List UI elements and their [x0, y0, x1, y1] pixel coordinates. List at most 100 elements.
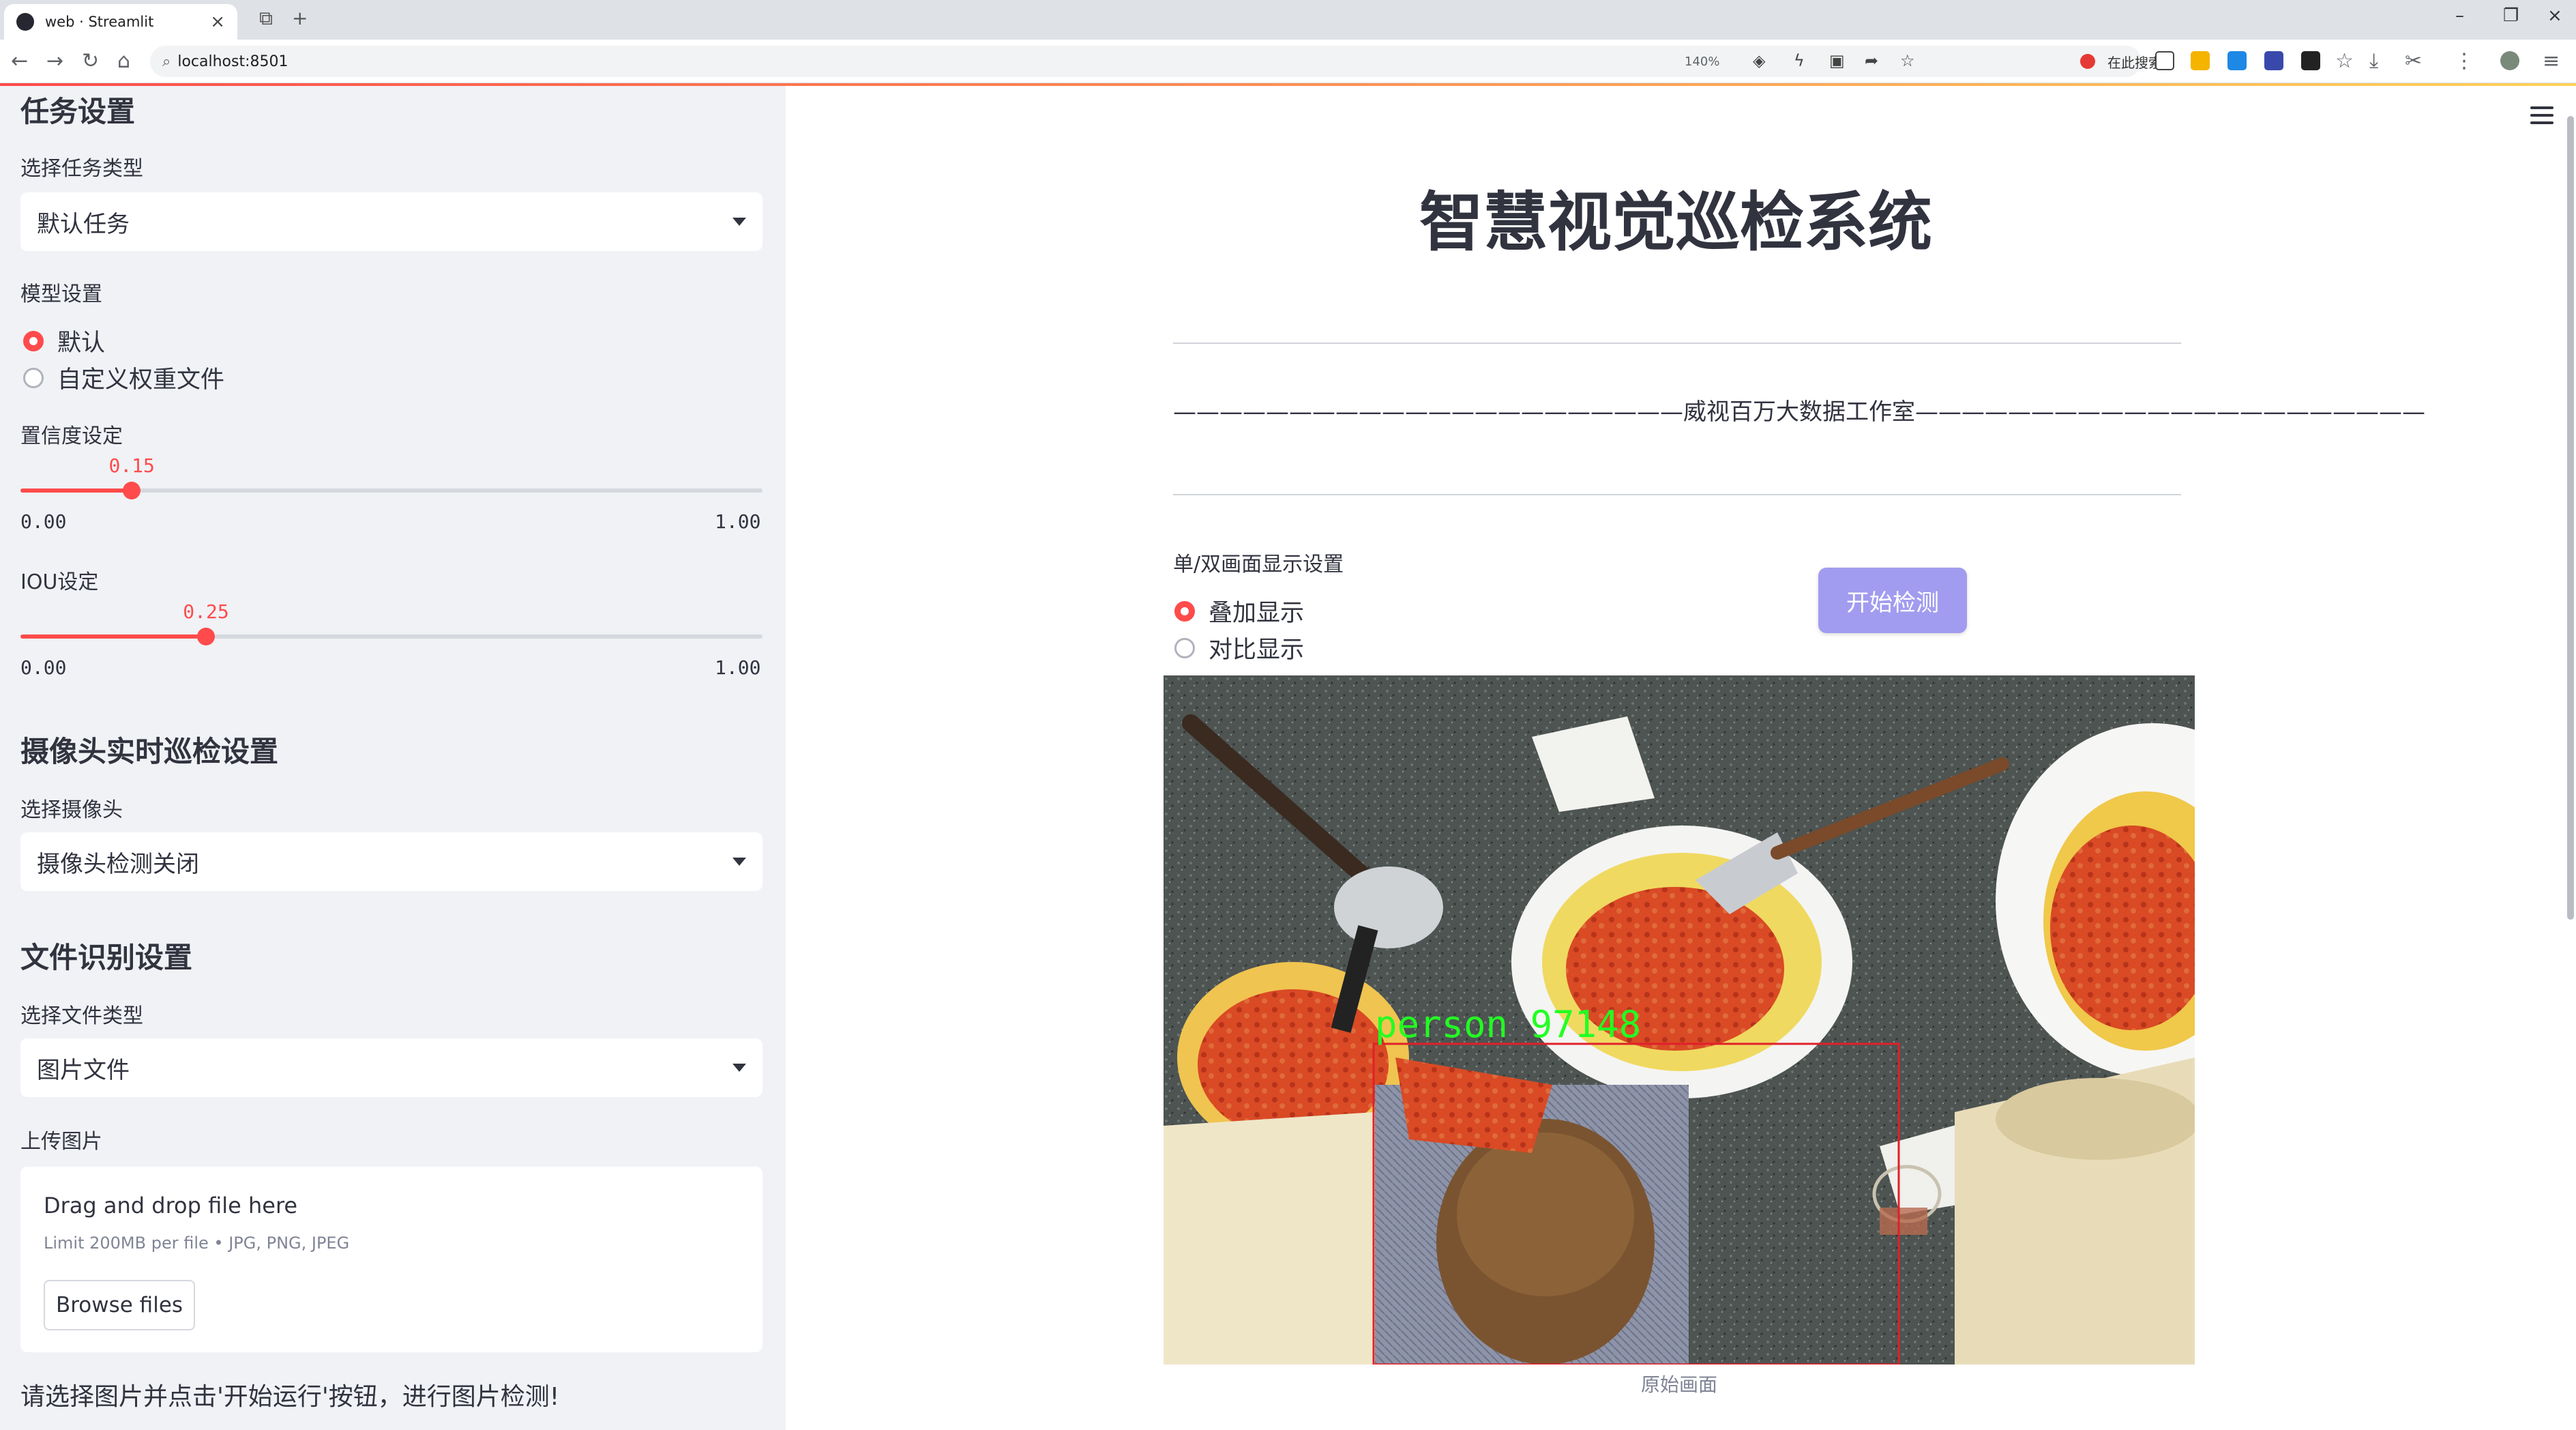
studio-subtitle: ——————————————————————威视百万大数据工作室————————… [1173, 398, 2425, 426]
close-tab-icon[interactable]: × [210, 12, 225, 32]
camera-value: 摄像头检测关闭 [37, 850, 199, 878]
restore-icon[interactable]: ❐ [2503, 5, 2519, 26]
iou-slider-fill [20, 634, 206, 639]
file-type-select[interactable]: 图片文件 [20, 1038, 763, 1097]
hamburger-menu-icon[interactable] [2530, 106, 2553, 124]
display-mode-option-label: 叠加显示 [1209, 600, 1305, 627]
radio-unselected-icon[interactable] [23, 367, 44, 388]
iou-value: 0.25 [183, 600, 229, 623]
confidence-value: 0.15 [108, 454, 155, 477]
extension-icon[interactable] [2301, 51, 2320, 70]
radio-selected-icon[interactable] [1174, 600, 1195, 622]
drag-drop-text: Drag and drop file here [44, 1193, 298, 1219]
browse-files-button[interactable]: Browse files [44, 1280, 195, 1330]
new-tab-icon[interactable]: + [292, 7, 308, 29]
screenshot-icon[interactable]: ▣ [1829, 51, 1845, 70]
upload-limit-text: Limit 200MB per file • JPG, PNG, JPEG [44, 1234, 350, 1253]
camera-settings-heading: 摄像头实时巡检设置 [20, 735, 279, 768]
file-type-label: 选择文件类型 [20, 1004, 143, 1028]
forward-icon[interactable]: → [46, 49, 63, 73]
home-icon[interactable]: ⌂ [117, 49, 130, 73]
confidence-slider-handle[interactable] [123, 482, 141, 499]
camera-select[interactable]: 摄像头检测关闭 [20, 832, 763, 891]
model-settings-label: 模型设置 [20, 282, 102, 306]
more-icon[interactable]: ⋮ [2454, 49, 2474, 73]
task-type-value: 默认任务 [37, 210, 130, 238]
address-bar[interactable]: ⌕ localhost:8501 140% ◈ ϟ ▣ ➦ ☆ 在此搜索 [150, 46, 2162, 77]
task-settings-heading: 任务设置 [20, 95, 136, 128]
zoom-level[interactable]: 140% [1685, 55, 1719, 69]
tab-title: web · Streamlit [45, 14, 154, 30]
detection-label: person 97148 [1375, 1003, 1641, 1046]
file-settings-heading: 文件识别设置 [20, 941, 193, 974]
display-mode-label: 单/双画面显示设置 [1173, 553, 1344, 577]
file-uploader-dropzone[interactable]: Drag and drop file here Limit 200MB per … [20, 1167, 763, 1352]
file-type-value: 图片文件 [37, 1056, 130, 1084]
divider [1173, 494, 2181, 495]
search-engine-box[interactable]: 在此搜索 [2080, 51, 2278, 72]
minimize-icon[interactable]: – [2455, 5, 2464, 26]
divider [1173, 342, 2181, 344]
confidence-min: 0.00 [20, 510, 67, 533]
lightning-icon[interactable]: ϟ [1794, 51, 1805, 70]
chevron-down-icon [732, 218, 746, 226]
close-window-icon[interactable]: × [2547, 5, 2562, 26]
translate-icon[interactable]: ◈ [1753, 51, 1765, 70]
confidence-label: 置信度设定 [20, 424, 123, 448]
extension-icon[interactable] [2264, 51, 2283, 70]
display-mode-overlay[interactable]: 叠加显示 [1174, 594, 1304, 628]
model-option-label: 默认 [57, 330, 106, 357]
search-placeholder: 在此搜索 [2107, 54, 2162, 71]
iou-slider-track[interactable] [20, 628, 763, 645]
model-option-default[interactable]: 默认 [23, 323, 105, 358]
sidebar: 任务设置 选择任务类型 默认任务 模型设置 默认 自定义权重文件 置信度设定 0… [0, 86, 786, 1430]
favorites-icon[interactable]: ☆ [2335, 49, 2354, 73]
chevron-down-icon [732, 858, 746, 866]
chevron-down-icon [732, 1064, 746, 1072]
confidence-max: 1.00 [715, 510, 761, 533]
cut-icon[interactable]: ✂ [2405, 49, 2422, 73]
display-mode-compare[interactable]: 对比显示 [1174, 630, 1304, 665]
confidence-slider-track[interactable] [20, 482, 763, 499]
detection-result-image: person 97148 [1164, 675, 2195, 1365]
search-engine-icon [2080, 54, 2095, 69]
streamlit-favicon-icon [16, 13, 34, 31]
back-icon[interactable]: ← [11, 49, 28, 73]
pizza-table-photo: person 97148 [1164, 675, 2195, 1365]
display-mode-option-label: 对比显示 [1209, 637, 1305, 664]
task-type-label: 选择任务类型 [20, 157, 143, 181]
page-title: 智慧视觉巡检系统 [1419, 186, 1932, 260]
reload-icon[interactable]: ↻ [82, 49, 99, 73]
main-content: 智慧视觉巡检系统 ——————————————————————威视百万大数据工作… [786, 86, 2576, 1430]
browser-tab[interactable]: web · Streamlit × [4, 4, 237, 40]
reading-mode-icon[interactable] [2155, 51, 2174, 70]
start-detection-button[interactable]: 开始检测 [1818, 568, 1967, 633]
browser-tabbar: web · Streamlit × ⧉ + – ❐ × [0, 0, 2576, 40]
iou-max: 1.00 [715, 656, 761, 679]
model-option-custom[interactable]: 自定义权重文件 [23, 360, 224, 395]
instruction-text: 请选择图片并点击'开始运行'按钮，进行图片检测! [20, 1383, 560, 1411]
iou-label: IOU设定 [20, 570, 99, 594]
avatar[interactable] [2500, 51, 2519, 70]
image-caption: 原始画面 [1640, 1373, 1717, 1396]
upload-label: 上传图片 [20, 1130, 102, 1154]
model-option-label: 自定义权重文件 [57, 366, 225, 394]
iou-slider-handle[interactable] [197, 628, 215, 645]
iou-min: 0.00 [20, 656, 67, 679]
scrollbar[interactable] [2567, 116, 2574, 920]
extension-icon[interactable] [2227, 51, 2247, 70]
share-icon[interactable]: ➦ [1865, 51, 1878, 70]
radio-selected-icon[interactable] [23, 330, 44, 351]
confidence-slider-fill [20, 488, 132, 493]
browser-toolbar: ← → ↻ ⌂ ⌕ localhost:8501 140% ◈ ϟ ▣ ➦ ☆ … [0, 40, 2576, 83]
tab-group-icon[interactable]: ⧉ [259, 7, 273, 30]
camera-label: 选择摄像头 [20, 798, 123, 822]
url-text: localhost:8501 [177, 53, 288, 70]
browser-menu-icon[interactable]: ≡ [2543, 49, 2560, 73]
search-icon: ⌕ [162, 53, 171, 70]
bookmark-star-icon[interactable]: ☆ [1900, 51, 1915, 70]
task-type-select[interactable]: 默认任务 [20, 192, 763, 251]
download-icon[interactable]: ⤓ [2369, 49, 2378, 73]
radio-unselected-icon[interactable] [1174, 637, 1195, 658]
extension-icon[interactable] [2191, 51, 2210, 70]
